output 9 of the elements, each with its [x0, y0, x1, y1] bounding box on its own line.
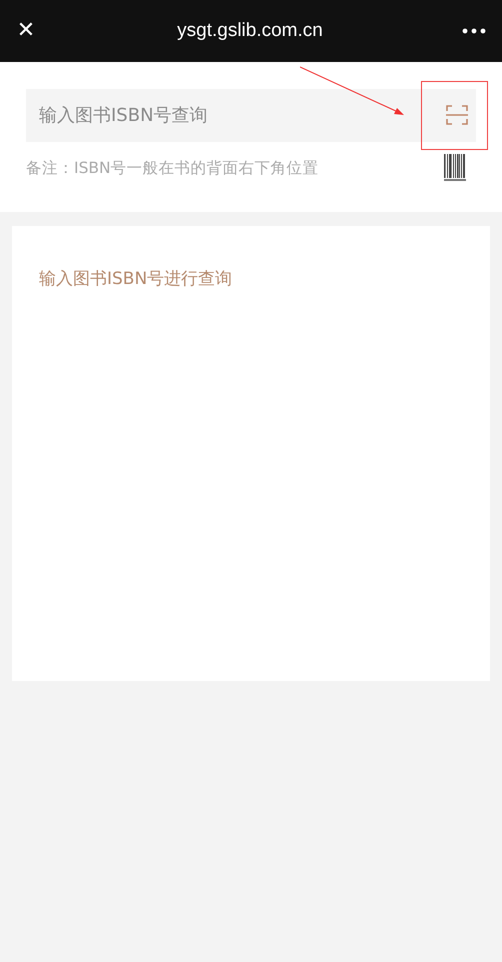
- close-button[interactable]: ✕: [14, 20, 38, 42]
- scan-icon[interactable]: [446, 104, 468, 126]
- result-message: 输入图书ISBN号进行查询: [39, 269, 232, 289]
- isbn-search-field[interactable]: 输入图书ISBN号查询: [26, 89, 476, 142]
- note-text: 备注：ISBN号一般在书的背面右下角位置: [26, 158, 319, 178]
- barcode-icon: [444, 154, 466, 182]
- more-icon[interactable]: [462, 28, 486, 34]
- page-title: ysgt.gslib.com.cn: [177, 20, 323, 42]
- highlight-box: [421, 81, 488, 150]
